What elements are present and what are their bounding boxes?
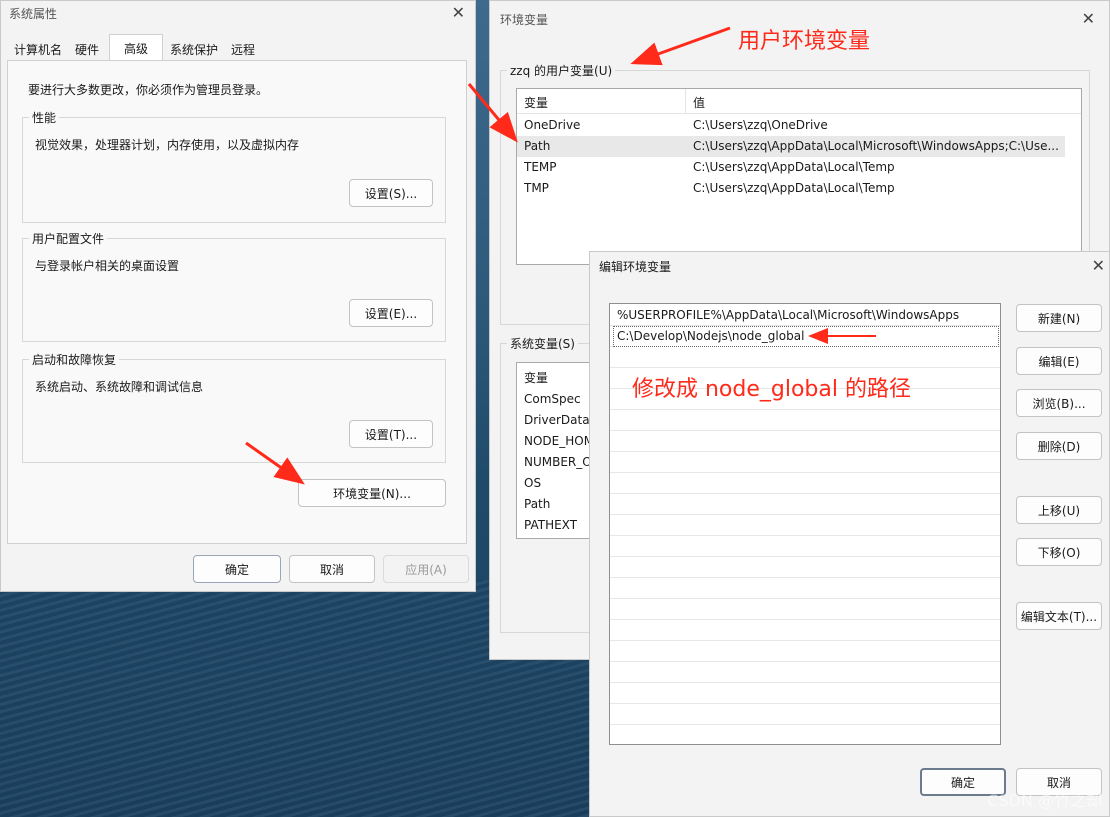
edit-env-var-dialog: 编辑环境变量 ✕ %USERPROFILE%\AppData\Local\Mic… [589,251,1110,817]
tab-remote[interactable]: 远程 [225,37,261,61]
path-entries-list[interactable]: %USERPROFILE%\AppData\Local\Microsoft\Wi… [609,303,1001,745]
path-entry: %USERPROFILE%\AppData\Local\Microsoft\Wi… [617,308,960,322]
new-button[interactable]: 新建(N) [1016,304,1102,332]
delete-button[interactable]: 删除(D) [1016,432,1102,460]
list-item[interactable]: DriverData [524,413,590,427]
path-entry: C:\Develop\Nodejs\node_global [617,329,805,343]
window-title: 编辑环境变量 [599,260,672,274]
performance-desc: 视觉效果，处理器计划，内存使用，以及虚拟内存 [35,138,300,152]
list-item[interactable]: OS [524,476,541,490]
annotation-modify-path: 修改成 node_global 的路径 [632,377,911,402]
startup-desc: 系统启动、系统故障和调试信息 [35,380,204,394]
close-icon[interactable]: ✕ [1082,9,1095,28]
list-item[interactable]: NODE_HOME [524,434,594,448]
cancel-button[interactable]: 取消 [289,555,375,583]
tab-hardware[interactable]: 硬件 [67,37,107,61]
startup-group: 启动和故障恢复 系统启动、系统故障和调试信息 设置(T)... [22,351,446,463]
column-header-variable[interactable]: 变量 [524,94,548,111]
list-header: 变量 值 [517,89,1081,114]
table-row[interactable]: TEMP C:\Users\zzq\AppData\Local\Temp [517,157,1065,178]
window-title: 系统属性 [9,7,58,21]
variable-value: C:\Users\zzq\AppData\Local\Temp [693,181,895,195]
close-icon[interactable]: ✕ [452,3,465,22]
list-item[interactable]: PATHEXT [524,518,577,532]
column-header-value[interactable]: 值 [693,94,705,111]
env-vars-button[interactable]: 环境变量(N)... [298,479,446,507]
tab-panel: 要进行大多数更改，你必须作为管理员登录。 性能 视觉效果，处理器计划，内存使用，… [7,60,467,544]
performance-group: 性能 视觉效果，处理器计划，内存使用，以及虚拟内存 设置(S)... [22,109,446,223]
system-vars-list[interactable]: 变量 ComSpec DriverData NODE_HOME NUMBER_O… [516,362,596,539]
user-vars-title: zzq 的用户变量(U) [507,62,616,79]
performance-title: 性能 [29,109,60,126]
edit-button[interactable]: 编辑(E) [1016,347,1102,375]
column-divider [685,89,686,113]
ok-button[interactable]: 确定 [193,555,281,583]
list-item[interactable]: NUMBER_OF_PROCESSORS [524,455,594,469]
variable-value: C:\Users\zzq\AppData\Local\Temp [693,160,895,174]
variable-value: C:\Users\zzq\OneDrive [693,118,828,132]
list-item[interactable]: Path [524,497,550,511]
column-header-variable[interactable]: 变量 [524,369,548,386]
browse-button[interactable]: 浏览(B)... [1016,389,1102,417]
edit-text-button[interactable]: 编辑文本(T)... [1016,602,1102,630]
startup-title: 启动和故障恢复 [29,351,120,368]
profile-title: 用户配置文件 [29,230,108,247]
user-vars-list[interactable]: 变量 值 OneDrive C:\Users\zzq\OneDrive Path… [516,88,1082,265]
tab-computer-name[interactable]: 计算机名 [9,37,67,61]
startup-settings-button[interactable]: 设置(T)... [349,420,433,448]
watermark: CSDN @竹之却 [987,791,1102,810]
profile-desc: 与登录帐户相关的桌面设置 [35,259,180,273]
list-item-editing[interactable]: C:\Develop\Nodejs\node_global [613,326,999,347]
table-row[interactable]: TMP C:\Users\zzq\AppData\Local\Temp [517,178,1065,199]
variable-name: TMP [524,181,549,195]
profile-settings-button[interactable]: 设置(E)... [349,299,433,327]
variable-name: Path [524,139,551,153]
list-item[interactable]: ComSpec [524,392,581,406]
tab-advanced[interactable]: 高级 [109,34,163,61]
close-icon[interactable]: ✕ [1092,256,1105,275]
variable-name: TEMP [524,160,557,174]
apply-button[interactable]: 应用(A) [383,555,469,583]
window-title: 环境变量 [500,13,549,27]
tab-system-protection[interactable]: 系统保护 [165,37,223,61]
variable-name: OneDrive [524,118,581,132]
admin-notice: 要进行大多数更改，你必须作为管理员登录。 [28,83,269,97]
move-up-button[interactable]: 上移(U) [1016,496,1102,524]
annotation-user-env: 用户环境变量 [738,29,871,54]
table-row-selected[interactable]: Path C:\Users\zzq\AppData\Local\Microsof… [517,136,1065,157]
profile-group: 用户配置文件 与登录帐户相关的桌面设置 设置(E)... [22,230,446,342]
list-item[interactable]: %USERPROFILE%\AppData\Local\Microsoft\Wi… [612,305,998,325]
system-properties-window: 系统属性 ✕ 计算机名 硬件 高级 系统保护 远程 要进行大多数更改，你必须作为… [0,0,476,592]
system-vars-title: 系统变量(S) [507,335,578,352]
move-down-button[interactable]: 下移(O) [1016,538,1102,566]
table-row[interactable]: OneDrive C:\Users\zzq\OneDrive [517,115,1065,136]
variable-value: C:\Users\zzq\AppData\Local\Microsoft\Win… [693,139,1059,153]
performance-settings-button[interactable]: 设置(S)... [349,179,433,207]
